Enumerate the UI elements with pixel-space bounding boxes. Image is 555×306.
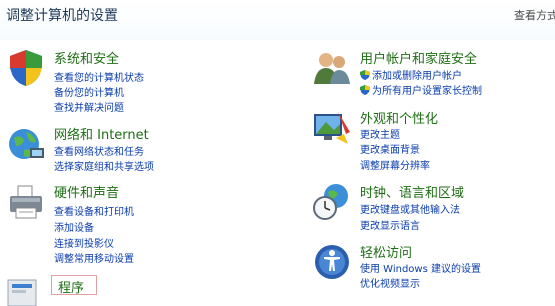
- link-desktop-background[interactable]: 更改桌面背景: [360, 141, 420, 156]
- category-appearance: 外观和个性化 更改主题 更改桌面背景 调整屏幕分辨率: [312, 108, 552, 172]
- link-label: 添加或删除用户帐户: [372, 71, 462, 82]
- category-clock: 时钟、语言和区域 更改键盘或其他输入法 更改显示语言: [312, 182, 552, 232]
- category-title-network[interactable]: 网络和 Internet: [54, 124, 149, 143]
- category-title-system-security[interactable]: 系统和安全: [54, 48, 119, 67]
- ease-of-access-icon[interactable]: [312, 242, 352, 282]
- category-hardware: 硬件和声音 查看设备和打印机 添加设备 连接到投影仪 调整常用移动设置: [6, 182, 266, 268]
- category-title-appearance[interactable]: 外观和个性化: [360, 108, 438, 127]
- category-ease-of-access: 轻松访问 使用 Windows 建议的设置 优化视频显示: [312, 242, 552, 292]
- link-recommended-settings[interactable]: 使用 Windows 建议的设置: [360, 260, 481, 275]
- link-backup-computer[interactable]: 备份您的计算机: [54, 84, 124, 99]
- link-label: 为所有用户设置家长控制: [372, 86, 482, 97]
- category-system-security: 系统和安全 查看您的计算机状态 备份您的计算机 查找并解决问题: [6, 48, 266, 118]
- link-devices-printers[interactable]: 查看设备和打印机: [54, 203, 134, 218]
- link-parental-controls[interactable]: 为所有用户设置家长控制: [360, 82, 482, 97]
- category-title-clock[interactable]: 时钟、语言和区域: [360, 182, 464, 201]
- link-view-computer-status[interactable]: 查看您的计算机状态: [54, 69, 144, 84]
- programs-icon[interactable]: [6, 276, 42, 306]
- link-mobility-settings[interactable]: 调整常用移动设置: [54, 250, 134, 265]
- clock-globe-icon[interactable]: [312, 182, 352, 222]
- link-add-device[interactable]: 添加设备: [54, 219, 94, 234]
- link-network-status[interactable]: 查看网络状态和任务: [54, 143, 144, 158]
- category-title-programs[interactable]: 程序: [58, 277, 84, 296]
- link-screen-resolution[interactable]: 调整屏幕分辨率: [360, 157, 430, 172]
- page-title: 调整计算机的设置: [6, 8, 118, 24]
- globe-network-icon[interactable]: [6, 124, 46, 164]
- monitor-paint-icon[interactable]: [312, 108, 352, 148]
- category-user-accounts: 用户帐户和家庭安全 添加或删除用户帐户 为所有用户设置家长控制: [312, 48, 552, 98]
- category-title-ease-of-access[interactable]: 轻松访问: [360, 242, 412, 261]
- uac-shield-icon: [360, 85, 370, 95]
- link-troubleshoot[interactable]: 查找并解决问题: [54, 99, 124, 114]
- category-title-user-accounts[interactable]: 用户帐户和家庭安全: [360, 48, 477, 67]
- printer-icon[interactable]: [6, 182, 46, 222]
- uac-shield-icon: [360, 70, 370, 80]
- category-network: 网络和 Internet 查看网络状态和任务 选择家庭组和共享选项: [6, 124, 266, 174]
- link-display-language[interactable]: 更改显示语言: [360, 217, 420, 232]
- users-icon[interactable]: [312, 48, 352, 88]
- link-add-remove-users[interactable]: 添加或删除用户帐户: [360, 67, 462, 82]
- link-connect-projector[interactable]: 连接到投影仪: [54, 235, 114, 250]
- category-title-hardware[interactable]: 硬件和声音: [54, 182, 119, 201]
- link-keyboard-input[interactable]: 更改键盘或其他输入法: [360, 201, 460, 216]
- link-change-theme[interactable]: 更改主题: [360, 126, 400, 141]
- link-homegroup-sharing[interactable]: 选择家庭组和共享选项: [54, 158, 154, 173]
- view-by-label[interactable]: 查看方式: [514, 7, 555, 23]
- shield-icon[interactable]: [6, 48, 46, 88]
- link-optimize-visual-display[interactable]: 优化视频显示: [360, 275, 420, 290]
